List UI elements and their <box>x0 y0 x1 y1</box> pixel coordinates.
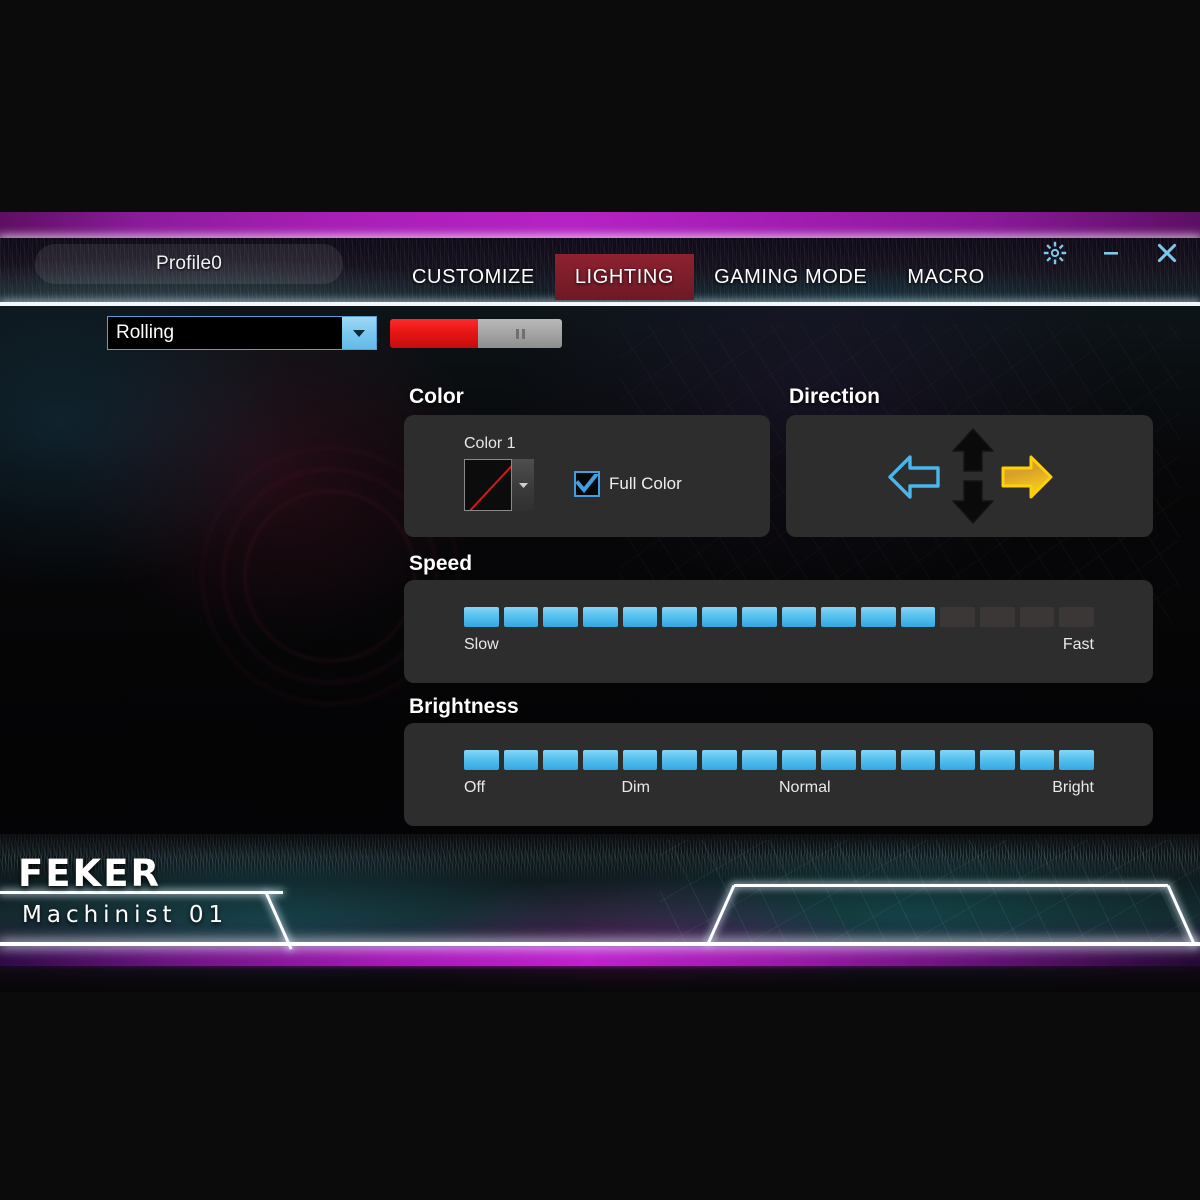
speed-label: Fast <box>1062 636 1094 653</box>
brightness-section-title: Brightness <box>409 695 519 718</box>
profile-tab[interactable]: Profile0 <box>35 244 343 284</box>
speed-segment[interactable] <box>900 607 936 627</box>
speed-label: Slow <box>464 636 499 653</box>
brightness-segment[interactable] <box>979 750 1015 770</box>
brightness-segment[interactable] <box>464 750 499 770</box>
minimize-button[interactable] <box>1096 238 1126 268</box>
full-color-checkbox-row[interactable]: Full Color <box>574 471 682 497</box>
brightness-segment[interactable] <box>503 750 539 770</box>
window-controls <box>1040 238 1182 268</box>
brightness-segment[interactable] <box>622 750 658 770</box>
footer-trapezoid-top <box>734 884 1168 887</box>
footer-trapezoid-right-diagonal <box>1166 884 1196 946</box>
footer-base-line <box>0 942 1200 946</box>
window-top-glow-bar <box>0 212 1200 242</box>
full-color-checkbox[interactable] <box>574 471 600 497</box>
footer-branding-area: FEKER Machinist 01 <box>0 834 1200 992</box>
color-section-title: Color <box>409 385 464 408</box>
brightness-segment[interactable] <box>940 750 975 770</box>
color-1-label: Color 1 <box>464 435 516 452</box>
color-1-dropdown-button[interactable] <box>512 459 534 511</box>
direction-up-arrow[interactable] <box>950 426 996 474</box>
speed-segment[interactable] <box>860 607 896 627</box>
footer-purple-glow <box>0 946 1200 968</box>
brightness-segment[interactable] <box>1019 750 1055 770</box>
speed-segment[interactable] <box>543 607 579 627</box>
brightness-segment[interactable] <box>900 750 936 770</box>
speed-segment[interactable] <box>503 607 539 627</box>
speed-segment[interactable] <box>781 607 817 627</box>
speed-segment[interactable] <box>741 607 777 627</box>
speed-segment[interactable] <box>622 607 658 627</box>
speed-segment[interactable] <box>583 607 618 627</box>
brightness-segment[interactable] <box>543 750 579 770</box>
speed-slider-labels: Slow Fast <box>464 636 1094 654</box>
color-panel: Color 1 Full Color <box>404 415 770 537</box>
brightness-segment[interactable] <box>702 750 737 770</box>
brightness-slider[interactable] <box>464 750 1094 770</box>
direction-right-arrow[interactable] <box>998 450 1056 504</box>
footer-trapezoid <box>706 884 1196 946</box>
speed-segment[interactable] <box>979 607 1015 627</box>
brightness-label: Dim <box>621 779 650 796</box>
direction-section-title: Direction <box>789 385 881 408</box>
color-1-picker[interactable] <box>464 459 534 511</box>
tab-gaming-mode[interactable]: GAMING MODE <box>694 254 887 300</box>
effect-preview-color-bar[interactable] <box>390 319 478 348</box>
tab-customize[interactable]: CUSTOMIZE <box>392 254 555 300</box>
speed-segment[interactable] <box>1059 607 1094 627</box>
screen-root: FEKER Machinist 01 Profile0 CUSTOMIZE LI… <box>0 0 1200 1200</box>
brand-name: FEKER <box>18 852 161 895</box>
close-icon <box>1157 243 1177 263</box>
speed-segment[interactable] <box>464 607 499 627</box>
speed-section-title: Speed <box>409 552 473 575</box>
checkmark-icon <box>576 474 598 494</box>
chevron-down-icon <box>353 330 365 337</box>
minimize-icon <box>1104 252 1118 255</box>
tab-lighting[interactable]: LIGHTING <box>554 254 695 300</box>
brightness-segment[interactable] <box>1059 750 1094 770</box>
brightness-segment[interactable] <box>781 750 817 770</box>
brightness-label: Bright <box>1052 779 1094 796</box>
brightness-segment[interactable] <box>860 750 896 770</box>
direction-panel <box>786 415 1153 537</box>
brightness-segment[interactable] <box>583 750 618 770</box>
direction-down-arrow[interactable] <box>950 478 996 526</box>
brightness-segment[interactable] <box>821 750 856 770</box>
direction-arrow-group <box>886 428 1054 524</box>
speed-panel: Slow Fast <box>404 580 1153 683</box>
brightness-panel: Off Dim Normal Bright <box>404 723 1153 826</box>
main-tab-bar: CUSTOMIZE LIGHTING GAMING MODE MACRO <box>392 254 1005 300</box>
speed-segment[interactable] <box>662 607 698 627</box>
brightness-slider-labels: Off Dim Normal Bright <box>464 779 1094 797</box>
speed-slider[interactable] <box>464 607 1094 627</box>
effect-mode-value: Rolling <box>116 322 175 343</box>
pause-icon-bar-right <box>521 328 525 339</box>
full-color-label: Full Color <box>609 474 682 493</box>
tab-macro[interactable]: MACRO <box>887 254 1004 300</box>
speed-segment[interactable] <box>702 607 737 627</box>
gear-icon <box>1043 241 1067 265</box>
direction-left-arrow[interactable] <box>886 450 942 504</box>
effect-preview-pause-button[interactable] <box>478 319 562 348</box>
color-1-swatch[interactable] <box>464 459 512 511</box>
brightness-label: Off <box>464 779 486 796</box>
brightness-segment[interactable] <box>741 750 777 770</box>
speed-segment[interactable] <box>1019 607 1055 627</box>
footer-fade <box>0 966 1200 992</box>
brightness-segment[interactable] <box>662 750 698 770</box>
speed-segment[interactable] <box>821 607 856 627</box>
effect-mode-dropdown-button[interactable] <box>342 317 376 349</box>
brightness-label: Normal <box>779 779 831 796</box>
speed-segment[interactable] <box>940 607 975 627</box>
effect-preview-control[interactable] <box>390 319 562 348</box>
effect-mode-select[interactable]: Rolling <box>107 316 377 350</box>
settings-button[interactable] <box>1040 238 1070 268</box>
profile-tab-label: Profile0 <box>155 253 223 274</box>
pause-icon-bar-left <box>515 328 519 339</box>
brand-model: Machinist 01 <box>22 902 229 928</box>
close-button[interactable] <box>1152 238 1182 268</box>
chevron-down-small-icon <box>518 483 528 488</box>
